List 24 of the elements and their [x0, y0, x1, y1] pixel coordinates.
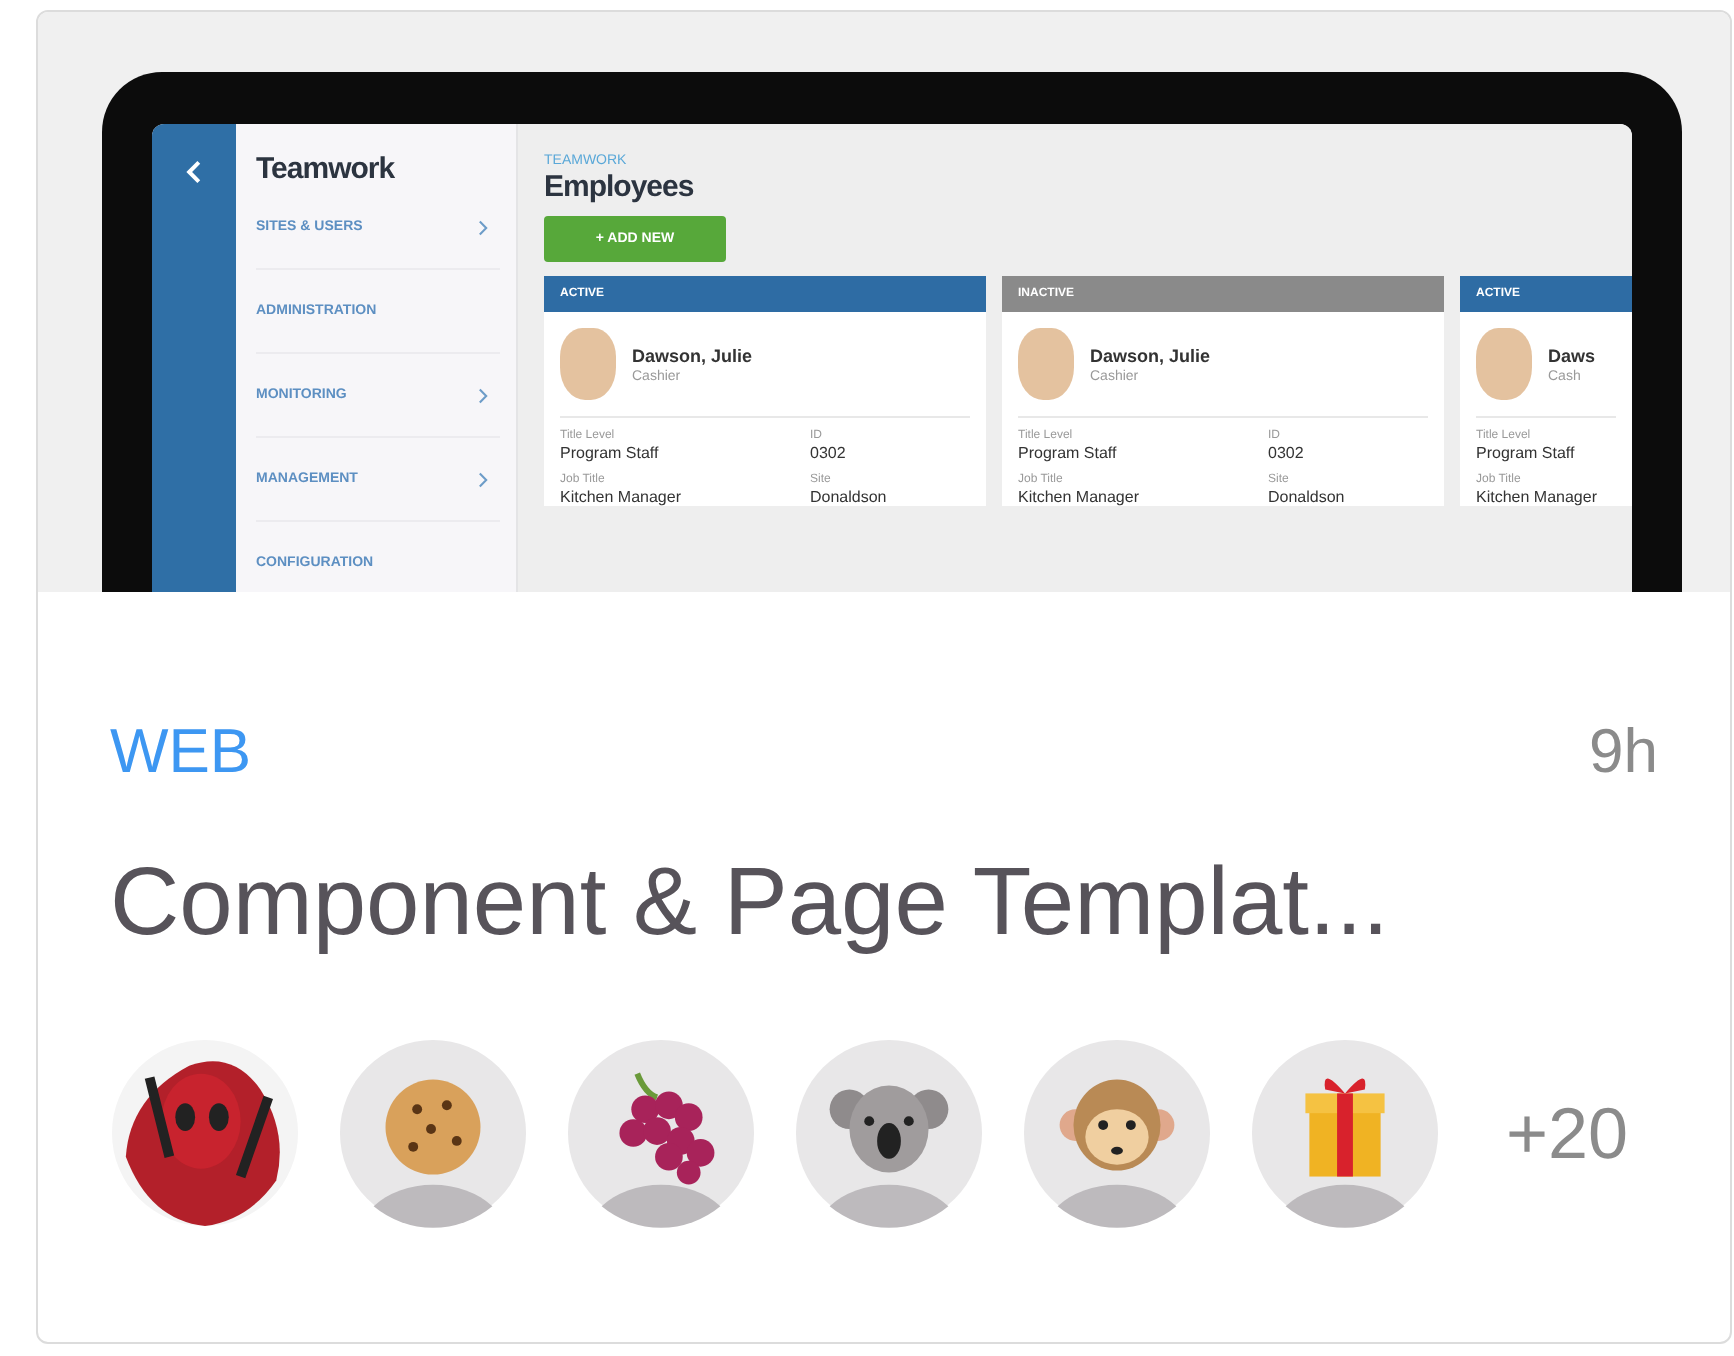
- field-value: Program Staff: [1018, 444, 1119, 462]
- employee-name: Dawson, Julie: [632, 345, 753, 365]
- photo-placeholder: [1018, 328, 1074, 400]
- time-ago: 9h: [1589, 716, 1658, 788]
- field-value: Donaldson: [1268, 488, 1347, 506]
- member-count: +20: [1506, 1091, 1629, 1175]
- back-icon[interactable]: [186, 160, 202, 184]
- employee-name: Dawson, Julie: [1090, 345, 1211, 365]
- card-title: Component & Page Templat...: [110, 848, 1391, 958]
- field-value: Kitchen Manager: [1476, 488, 1597, 506]
- category-label: WEB: [110, 716, 252, 788]
- page-heading: Employees: [544, 170, 696, 204]
- photo-placeholder: [1476, 328, 1532, 400]
- sidebar-title: Teamwork: [256, 152, 397, 186]
- field-value: Kitchen Manager: [560, 488, 683, 506]
- photo-placeholder: [560, 328, 616, 400]
- field-value: Donaldson: [810, 488, 889, 506]
- field-value: Kitchen Manager: [1018, 488, 1141, 506]
- project-card[interactable]: [36, 10, 1732, 1344]
- employee-name: Daws: [1548, 345, 1596, 365]
- field-value: 0302: [810, 444, 848, 462]
- field-value: 0302: [1268, 444, 1306, 462]
- field-value: Program Staff: [560, 444, 661, 462]
- field-value: Program Staff: [1476, 444, 1575, 462]
